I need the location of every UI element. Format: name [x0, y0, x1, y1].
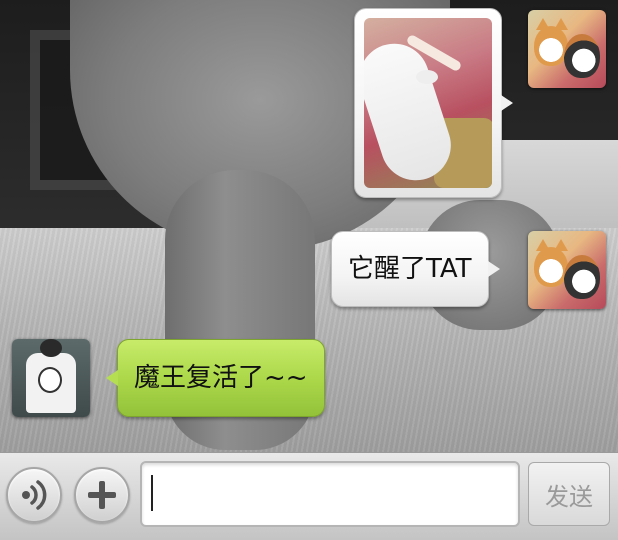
avatar-cat-ginger — [534, 247, 568, 287]
tshirt-avatar-icon[interactable] — [12, 339, 90, 417]
send-button[interactable]: 发送 — [528, 462, 610, 526]
plus-button[interactable] — [74, 467, 130, 523]
avatar-head — [40, 339, 62, 357]
voice-icon — [22, 480, 47, 510]
text-caret — [151, 475, 153, 511]
plus-icon — [88, 481, 116, 509]
message-input[interactable] — [140, 461, 520, 527]
avatar-cat-ginger — [534, 26, 568, 66]
avatar-cat-calico — [564, 255, 600, 299]
cats-avatar-icon[interactable] — [528, 10, 606, 88]
cats-avatar-icon[interactable] — [528, 231, 606, 309]
outgoing-text-bubble[interactable]: 它醒了TAT — [331, 231, 499, 307]
voice-button[interactable] — [6, 467, 62, 523]
image-message-bubble[interactable] — [354, 8, 513, 198]
avatar-cat-calico — [564, 34, 600, 78]
incoming-text-bubble[interactable]: 魔王复活了~~ — [106, 339, 325, 417]
message-text: 魔王复活了~~ — [134, 363, 308, 393]
sent-photo-thumbnail[interactable] — [364, 18, 492, 188]
message-text: 它醒了TAT — [348, 254, 472, 284]
input-bar: 发送 — [0, 452, 618, 540]
photo-toy-mouse — [416, 70, 438, 84]
avatar-tshirt-print — [38, 367, 62, 393]
